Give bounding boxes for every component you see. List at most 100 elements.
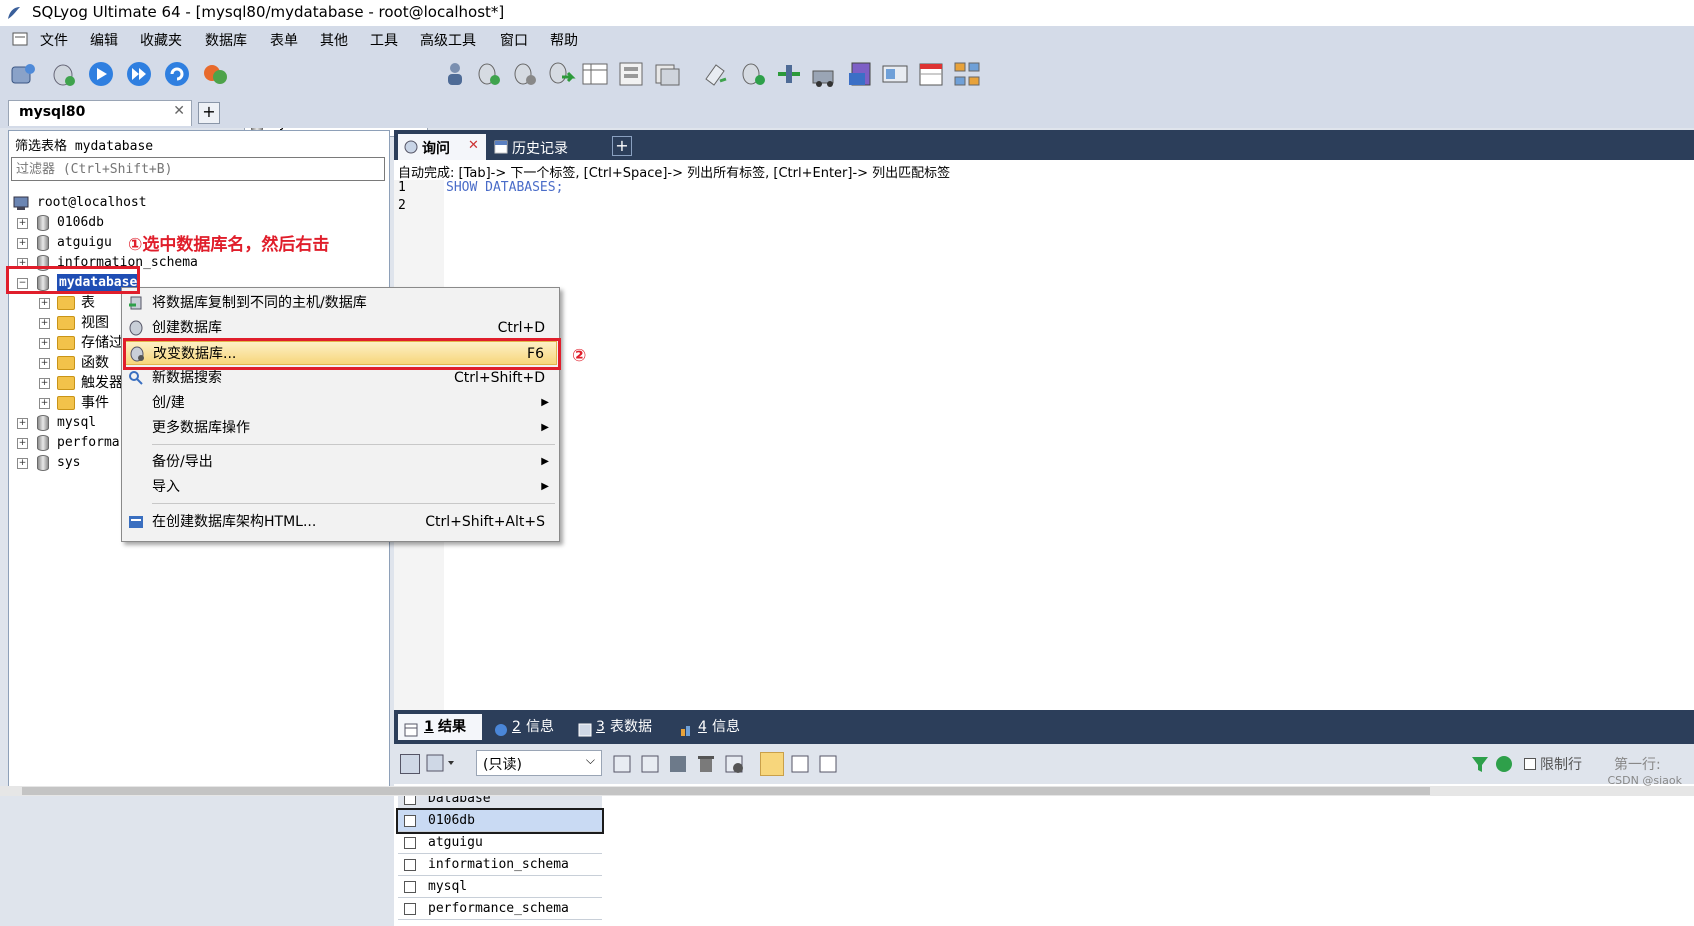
expand-icon[interactable]: +	[39, 338, 50, 349]
expand-icon[interactable]: +	[39, 318, 50, 329]
add-tab-button[interactable]: +	[198, 102, 220, 124]
tab-result-1[interactable]: 1 结果	[398, 714, 482, 740]
tab-result-3[interactable]: 3 表数据	[574, 714, 670, 740]
query-icon	[404, 140, 418, 158]
duplicate-row-icon[interactable]	[640, 754, 660, 774]
row-checkbox[interactable]	[404, 815, 416, 827]
alter-table-icon[interactable]	[510, 59, 540, 89]
menu-item-import[interactable]: 导入 ▶	[124, 475, 557, 499]
schema-sync-icon[interactable]	[774, 59, 804, 89]
tab-mysql80[interactable]: mysql80 ✕	[8, 100, 192, 126]
table-row[interactable]: information_schema	[398, 854, 602, 876]
tab-query[interactable]: 询问 ✕	[398, 134, 486, 160]
scheduler-icon[interactable]	[846, 59, 876, 89]
create-table-icon[interactable]	[474, 59, 504, 89]
copy-db-icon[interactable]	[546, 59, 576, 89]
cell-database[interactable]: performance_schema	[428, 898, 569, 920]
table-row[interactable]: 0106db	[396, 808, 604, 834]
cell-database[interactable]: atguigu	[428, 832, 483, 854]
form-view-icon[interactable]	[790, 754, 810, 774]
table-row[interactable]: mysql	[398, 876, 602, 898]
menu-file[interactable]: 文件	[40, 30, 68, 50]
connect-icon[interactable]	[8, 59, 38, 89]
menu-tools[interactable]: 工具	[370, 30, 398, 50]
menu-item-copy-database[interactable]: 将数据库复制到不同的主机/数据库	[124, 291, 557, 315]
add-row-icon[interactable]	[612, 754, 632, 774]
stop-icon[interactable]	[200, 59, 230, 89]
limit-rows-checkbox[interactable]	[1524, 758, 1536, 770]
db-sync-icon[interactable]	[738, 59, 768, 89]
schema-icon[interactable]	[616, 59, 646, 89]
expand-icon[interactable]: +	[17, 238, 28, 249]
table-row[interactable]: performance_schema	[398, 898, 602, 920]
filter-label: 筛选表格 mydatabase	[15, 139, 154, 154]
expand-icon[interactable]: +	[39, 358, 50, 369]
menu-other[interactable]: 其他	[320, 30, 348, 50]
save-icon[interactable]	[668, 754, 688, 774]
menu-item-create[interactable]: 创/建 ▶	[124, 391, 557, 415]
export-icon[interactable]	[400, 754, 420, 774]
expand-icon[interactable]: +	[39, 298, 50, 309]
expand-icon[interactable]: +	[17, 418, 28, 429]
cancel-icon[interactable]	[724, 754, 744, 774]
menu-item-label: 在创建数据库架构HTML...	[152, 514, 317, 530]
delete-icon[interactable]	[696, 754, 716, 774]
tab-result-2[interactable]: 2 信息	[490, 714, 570, 740]
info-icon	[494, 720, 508, 746]
text-view-icon[interactable]	[818, 754, 838, 774]
calendar-icon[interactable]	[916, 59, 946, 89]
user-manager-icon[interactable]	[440, 59, 470, 89]
close-icon[interactable]: ✕	[468, 138, 479, 153]
cell-database[interactable]: mysql	[428, 876, 467, 898]
menu-edit[interactable]: 编辑	[90, 30, 118, 50]
read-only-select[interactable]: (只读) ⌵	[476, 750, 602, 776]
horizontal-scrollbar[interactable]	[0, 786, 1694, 796]
menu-advanced-tools[interactable]: 高级工具	[420, 30, 476, 50]
row-checkbox[interactable]	[404, 903, 416, 915]
execute-all-icon[interactable]	[124, 59, 154, 89]
table-grid-icon[interactable]	[580, 59, 610, 89]
app-menu-icon[interactable]	[12, 31, 28, 47]
refresh-icon[interactable]	[1494, 754, 1514, 774]
backup-icon[interactable]	[652, 59, 682, 89]
expand-icon[interactable]: +	[17, 438, 28, 449]
menu-help[interactable]: 帮助	[550, 30, 578, 50]
menu-database[interactable]: 数据库	[205, 30, 247, 50]
menu-item-backup-export[interactable]: 备份/导出 ▶	[124, 450, 557, 474]
add-query-tab-button[interactable]: +	[612, 136, 632, 156]
menu-window[interactable]: 窗口	[500, 30, 528, 50]
query-pane: 询问 ✕ 历史记录 + 自动完成: [Tab]-> 下一个标签, [Ctrl+S…	[394, 130, 1694, 926]
import-icon[interactable]	[810, 59, 840, 89]
tab-result-4[interactable]: 4 信息	[676, 714, 756, 740]
cell-database[interactable]: 0106db	[428, 810, 475, 832]
expand-icon[interactable]: +	[17, 458, 28, 469]
tab-history[interactable]: 历史记录	[490, 134, 606, 160]
table-row[interactable]: atguigu	[398, 832, 602, 854]
close-icon[interactable]: ✕	[173, 103, 185, 119]
menu-item-create-database[interactable]: 创建数据库 Ctrl+D	[124, 316, 557, 340]
scrollbar-thumb[interactable]	[22, 787, 1430, 795]
row-checkbox[interactable]	[404, 859, 416, 871]
query-builder-icon[interactable]	[880, 59, 910, 89]
expand-icon[interactable]: +	[17, 218, 28, 229]
grid-view-icon[interactable]	[760, 752, 784, 776]
row-checkbox[interactable]	[404, 837, 416, 849]
insert-row-icon[interactable]	[426, 754, 456, 772]
refresh-icon[interactable]	[162, 59, 192, 89]
filter-icon[interactable]	[1470, 754, 1490, 774]
menu-item-schema-html[interactable]: 在创建数据库架构HTML... Ctrl+Shift+Alt+S	[124, 510, 557, 534]
menu-table[interactable]: 表单	[270, 30, 298, 50]
row-checkbox[interactable]	[404, 881, 416, 893]
cell-database[interactable]: information_schema	[428, 854, 569, 876]
expand-icon[interactable]: +	[39, 378, 50, 389]
filter-input[interactable]	[11, 157, 385, 181]
expand-icon[interactable]: +	[39, 398, 50, 409]
sql-editor[interactable]: SHOW DATABASES;	[446, 180, 1694, 710]
eraser-icon[interactable]	[700, 59, 730, 89]
menu-item-more-db-operations[interactable]: 更多数据库操作 ▶	[124, 416, 557, 440]
menu-favorites[interactable]: 收藏夹	[140, 30, 182, 50]
database-icon	[37, 455, 49, 471]
execute-query-icon[interactable]	[86, 59, 116, 89]
new-connection-icon[interactable]	[48, 59, 78, 89]
designer-icon[interactable]	[952, 59, 982, 89]
